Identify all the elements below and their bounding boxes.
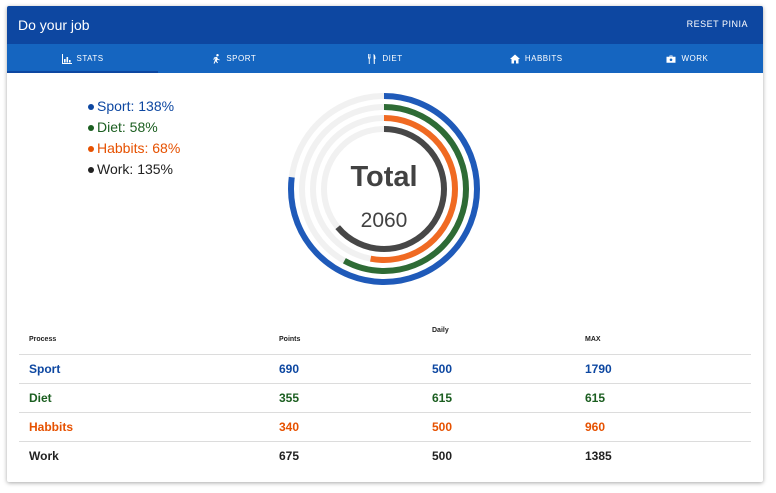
cell-process: Diet — [19, 383, 269, 413]
cell-process: Sport — [19, 354, 269, 384]
cell-max: 1790 — [575, 354, 751, 384]
legend-dot-habbits — [88, 145, 94, 152]
cell-daily: 500 — [422, 412, 575, 442]
tab-sport-label: SPORT — [226, 54, 257, 63]
run-icon — [213, 53, 221, 64]
app-card: Do your job RESET PINIA STATS SPORT DIET… — [7, 6, 763, 482]
tab-diet-label: DIET — [382, 54, 403, 63]
app-bar: Do your job RESET PINIA — [7, 6, 763, 44]
cell-daily: 615 — [422, 383, 575, 413]
legend-item-diet: Diet: 58% — [88, 117, 180, 138]
tab-habbits[interactable]: HABBITS — [461, 44, 612, 73]
total-value: 2060 — [360, 209, 408, 232]
cell-points: 355 — [269, 383, 422, 413]
tab-work[interactable]: WORK — [612, 44, 763, 73]
legend-item-sport: Sport: 138% — [88, 96, 180, 117]
tab-sport[interactable]: SPORT — [158, 44, 309, 73]
cell-max: 1385 — [575, 441, 751, 470]
legend-label-sport: Sport: 138% — [97, 98, 175, 114]
column-header-daily: Daily — [432, 327, 449, 334]
table-row: Work 675 500 1385 — [19, 441, 751, 470]
cell-process: Work — [19, 441, 269, 470]
tab-diet[interactable]: DIET — [309, 44, 460, 73]
tab-work-label: WORK — [681, 54, 709, 63]
tab-habbits-label: HABBITS — [524, 54, 563, 63]
progress-table: Process Points Daily MAX Sport 690 500 1… — [19, 324, 751, 470]
table-row: Diet 355 615 615 — [19, 383, 751, 413]
cell-points: 675 — [269, 441, 422, 470]
legend-label-habbits: Habbits: 68% — [97, 140, 181, 156]
column-header-points: Points — [279, 336, 301, 343]
column-header-max: MAX — [585, 336, 601, 343]
tab-stats-label: STATS — [76, 54, 104, 63]
table-row: Habbits 340 500 960 — [19, 412, 751, 442]
reset-pinia-button[interactable]: RESET PINIA — [687, 19, 748, 29]
app-title: Do your job — [18, 17, 90, 33]
total-radial-chart: Total 2060 — [284, 89, 484, 289]
briefcase-icon — [666, 55, 676, 63]
tab-stats[interactable]: STATS — [7, 44, 159, 73]
legend-item-habbits: Habbits: 68% — [88, 138, 180, 159]
cell-max: 960 — [575, 412, 751, 442]
cell-daily: 500 — [422, 441, 575, 470]
legend-label-work: Work: 135% — [97, 161, 173, 177]
legend-dot-sport — [88, 103, 94, 110]
cell-process: Habbits — [19, 412, 269, 442]
legend-dot-work — [88, 166, 94, 173]
home-icon — [509, 54, 520, 63]
legend-label-diet: Diet: 58% — [97, 119, 158, 135]
restaurant-icon — [368, 53, 376, 64]
total-label: Total — [350, 161, 418, 193]
legend-item-work: Work: 135% — [88, 159, 180, 180]
chart-legend: Sport: 138% Diet: 58% Habbits: 68% Work:… — [88, 96, 180, 180]
table-row: Sport 690 500 1790 — [19, 354, 751, 384]
chart-icon — [61, 53, 72, 64]
table-header-row: Process Points Daily MAX — [19, 324, 751, 355]
column-header-process: Process — [29, 336, 57, 343]
legend-dot-diet — [88, 124, 94, 131]
cell-points: 340 — [269, 412, 422, 442]
tab-bar: STATS SPORT DIET HABBITS WORK — [7, 44, 763, 73]
cell-daily: 500 — [422, 354, 575, 384]
cell-points: 690 — [269, 354, 422, 384]
cell-max: 615 — [575, 383, 751, 413]
